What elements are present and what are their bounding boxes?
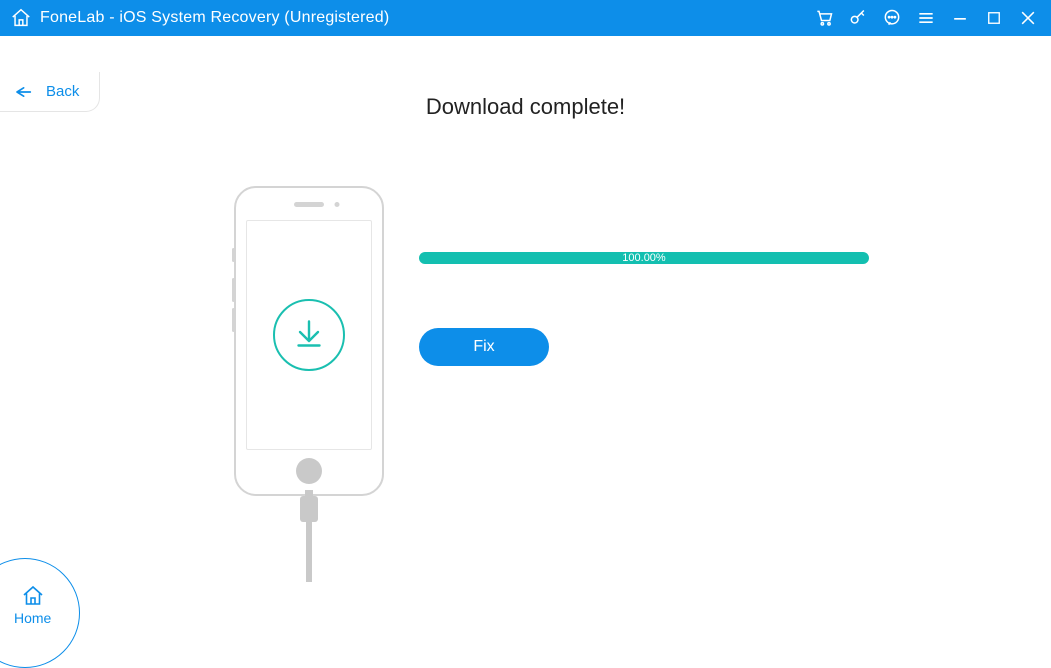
phone-outline [234,186,384,496]
progress-text: 100.00% [622,252,665,264]
page-heading: Download complete! [0,94,1051,120]
home-icon[interactable] [8,5,34,31]
download-icon [273,299,345,371]
feedback-icon[interactable] [881,7,903,29]
phone-illustration [234,186,384,556]
home-label: Home [14,610,51,626]
back-label: Back [46,83,79,100]
home-corner-icon [21,584,45,608]
titlebar: FoneLab - iOS System Recovery (Unregiste… [0,0,1051,36]
key-icon[interactable] [847,7,869,29]
close-icon[interactable] [1017,7,1039,29]
maximize-icon[interactable] [983,7,1005,29]
phone-home-button [296,458,322,484]
app-title: FoneLab - iOS System Recovery (Unregiste… [40,9,389,27]
cart-icon[interactable] [813,7,835,29]
menu-icon[interactable] [915,7,937,29]
main-area: Back Download complete! 100.00% Fix [0,36,1051,638]
minimize-icon[interactable] [949,7,971,29]
fix-button[interactable]: Fix [419,328,549,366]
back-button[interactable]: Back [0,72,100,112]
cable-icon [300,496,318,556]
back-arrow-icon [12,84,32,100]
home-button[interactable]: Home [0,558,80,668]
progress-bar: 100.00% [419,252,869,264]
